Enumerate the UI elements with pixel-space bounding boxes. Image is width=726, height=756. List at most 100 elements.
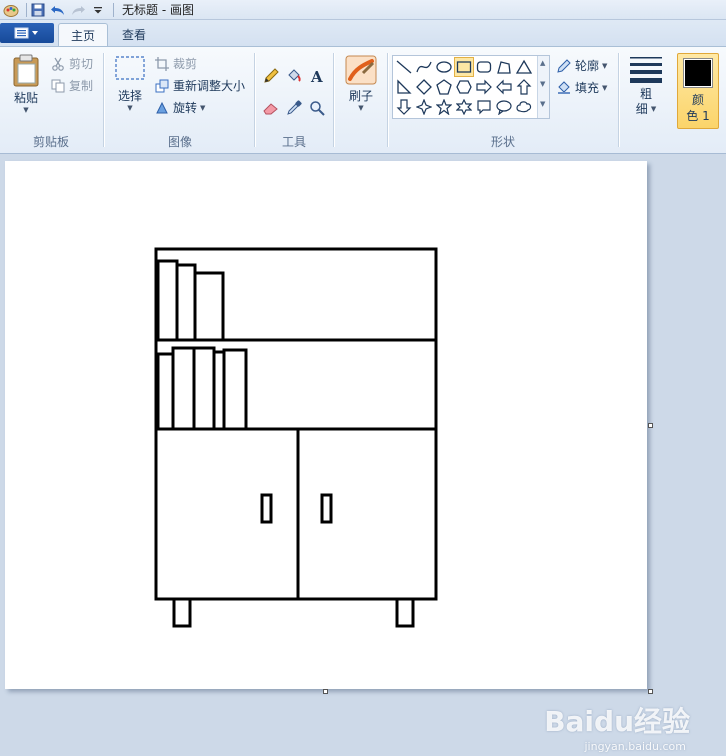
six-point-star-shape-icon[interactable] bbox=[454, 97, 474, 117]
shapes-gallery: ▲ ▼ ▼ bbox=[392, 55, 550, 119]
right-arrow-shape-icon[interactable] bbox=[474, 77, 494, 97]
rounded-rectangle-shape-icon[interactable] bbox=[474, 57, 494, 77]
book bbox=[193, 271, 225, 342]
application-menu-button[interactable] bbox=[0, 23, 54, 43]
tab-view[interactable]: 查看 bbox=[110, 23, 158, 46]
rotate-label: 旋转 bbox=[173, 101, 198, 115]
magnifier-icon bbox=[310, 101, 325, 116]
outline-pen-icon bbox=[556, 58, 572, 74]
cloud-callout-shape-icon[interactable] bbox=[514, 97, 534, 117]
canvas-resize-handle-bottom[interactable] bbox=[323, 689, 328, 694]
down-arrow-shape-icon[interactable] bbox=[394, 97, 414, 117]
polygon-shape-icon[interactable] bbox=[494, 57, 514, 77]
crop-icon bbox=[154, 56, 170, 72]
right-leg bbox=[395, 597, 415, 628]
copy-button[interactable]: 复制 bbox=[50, 77, 93, 94]
left-leg bbox=[172, 597, 192, 628]
color1-label-line1: 颜 bbox=[691, 93, 704, 107]
group-divider bbox=[103, 53, 104, 147]
diamond-shape-icon[interactable] bbox=[414, 77, 434, 97]
text-tool[interactable]: A bbox=[306, 65, 328, 87]
eyedropper-icon bbox=[287, 100, 302, 115]
window-title: 无标题 - 画图 bbox=[122, 3, 194, 17]
paste-label: 粘贴 bbox=[13, 91, 38, 105]
paint-bucket-icon bbox=[288, 69, 301, 82]
title-bar: 无标题 - 画图 bbox=[0, 0, 726, 20]
brush-icon bbox=[345, 55, 377, 85]
eraser-icon bbox=[263, 103, 278, 115]
fill-button[interactable]: 填充 ▼ bbox=[556, 79, 607, 96]
canvas-resize-handle-corner[interactable] bbox=[648, 689, 653, 694]
resize-label: 重新调整大小 bbox=[173, 79, 246, 93]
four-point-star-shape-icon[interactable] bbox=[414, 97, 434, 117]
left-arrow-shape-icon[interactable] bbox=[494, 77, 514, 97]
resize-button[interactable]: 重新调整大小 bbox=[154, 77, 245, 94]
outline-button[interactable]: 轮廓 ▼ bbox=[556, 57, 607, 74]
size-button[interactable]: 粗 细 ▼ bbox=[624, 55, 668, 117]
right-triangle-shape-icon[interactable] bbox=[394, 77, 414, 97]
curve-shape-icon[interactable] bbox=[414, 57, 434, 77]
right-door-handle bbox=[320, 493, 333, 524]
rotate-button[interactable]: 旋转 ▼ bbox=[154, 99, 205, 116]
pencil-tool[interactable] bbox=[260, 65, 282, 87]
drawing-canvas[interactable] bbox=[5, 161, 647, 689]
book bbox=[175, 263, 197, 342]
resize-icon bbox=[154, 78, 170, 94]
watermark-url: jingyan.baidu.com bbox=[584, 740, 686, 753]
color1-label: 颜 色 1 bbox=[678, 92, 718, 124]
line-width-icon bbox=[630, 57, 662, 83]
ribbon-panel: 粘贴 ▼ 剪切 复制 剪贴板 选择 ▼ 裁剪 重新调整大小 旋转 ▼ 图像 A … bbox=[0, 46, 726, 154]
chevron-down-icon: ▼ bbox=[23, 106, 29, 114]
magnifier-tool[interactable] bbox=[306, 97, 328, 119]
workspace-area[interactable]: Baidu经验 jingyan.baidu.com bbox=[0, 155, 726, 756]
tab-home[interactable]: 主页 bbox=[58, 23, 109, 46]
fill-label: 填充 bbox=[575, 81, 600, 95]
crop-button[interactable]: 裁剪 bbox=[154, 55, 197, 72]
scroll-down-icon[interactable]: ▼ bbox=[540, 80, 545, 88]
rotate-icon bbox=[154, 100, 170, 116]
brushes-button[interactable]: 刷子 ▼ bbox=[341, 55, 381, 112]
canvas-resize-handle-right[interactable] bbox=[648, 423, 653, 428]
shapes-gallery-scrollbar[interactable]: ▲ ▼ ▼ bbox=[537, 56, 549, 118]
chevron-down-icon: ▼ bbox=[602, 83, 608, 92]
image-group: 选择 ▼ 裁剪 重新调整大小 旋转 ▼ 图像 bbox=[106, 47, 254, 153]
cabinet-outline bbox=[154, 247, 438, 601]
undo-icon[interactable] bbox=[49, 1, 67, 19]
eraser-tool[interactable] bbox=[260, 97, 282, 119]
customize-dropdown-icon[interactable] bbox=[89, 1, 107, 19]
fill-tool[interactable] bbox=[283, 65, 305, 87]
bookcase-drawing bbox=[154, 247, 438, 628]
svg-text:A: A bbox=[310, 68, 323, 84]
tools-group: A 工具 bbox=[256, 47, 332, 153]
copy-label: 复制 bbox=[69, 79, 94, 93]
scroll-up-icon[interactable]: ▲ bbox=[540, 59, 545, 67]
color1-button[interactable]: 颜 色 1 bbox=[677, 53, 719, 129]
gallery-expand-icon[interactable]: ▼ bbox=[540, 100, 545, 108]
color-picker-tool[interactable] bbox=[283, 97, 305, 119]
triangle-shape-icon[interactable] bbox=[514, 57, 534, 77]
rectangle-shape-icon[interactable] bbox=[454, 57, 474, 77]
cut-button[interactable]: 剪切 bbox=[50, 55, 93, 72]
brushes-label: 刷子 bbox=[348, 89, 373, 103]
pentagon-shape-icon[interactable] bbox=[434, 77, 454, 97]
oval-callout-shape-icon[interactable] bbox=[494, 97, 514, 117]
hexagon-shape-icon[interactable] bbox=[454, 77, 474, 97]
watermark-logo: Baidu经验 bbox=[544, 705, 690, 738]
paste-icon bbox=[13, 54, 39, 87]
rounded-callout-shape-icon[interactable] bbox=[474, 97, 494, 117]
group-divider bbox=[618, 53, 619, 147]
oval-shape-icon[interactable] bbox=[434, 57, 454, 77]
app-menu-icon bbox=[14, 27, 38, 39]
up-arrow-shape-icon[interactable] bbox=[514, 77, 534, 97]
line-shape-icon[interactable] bbox=[394, 57, 414, 77]
paste-button[interactable]: 粘贴 ▼ bbox=[6, 53, 46, 114]
color1-label-line2: 色 1 bbox=[686, 109, 710, 123]
select-button[interactable]: 选择 ▼ bbox=[110, 55, 150, 112]
save-icon[interactable] bbox=[29, 1, 47, 19]
group-divider bbox=[254, 53, 255, 147]
ribbon-tab-bar: 主页 查看 bbox=[0, 20, 726, 46]
paint-app-icon[interactable] bbox=[2, 1, 20, 19]
redo-icon[interactable] bbox=[69, 1, 87, 19]
five-point-star-shape-icon[interactable] bbox=[434, 97, 454, 117]
book bbox=[192, 346, 216, 431]
